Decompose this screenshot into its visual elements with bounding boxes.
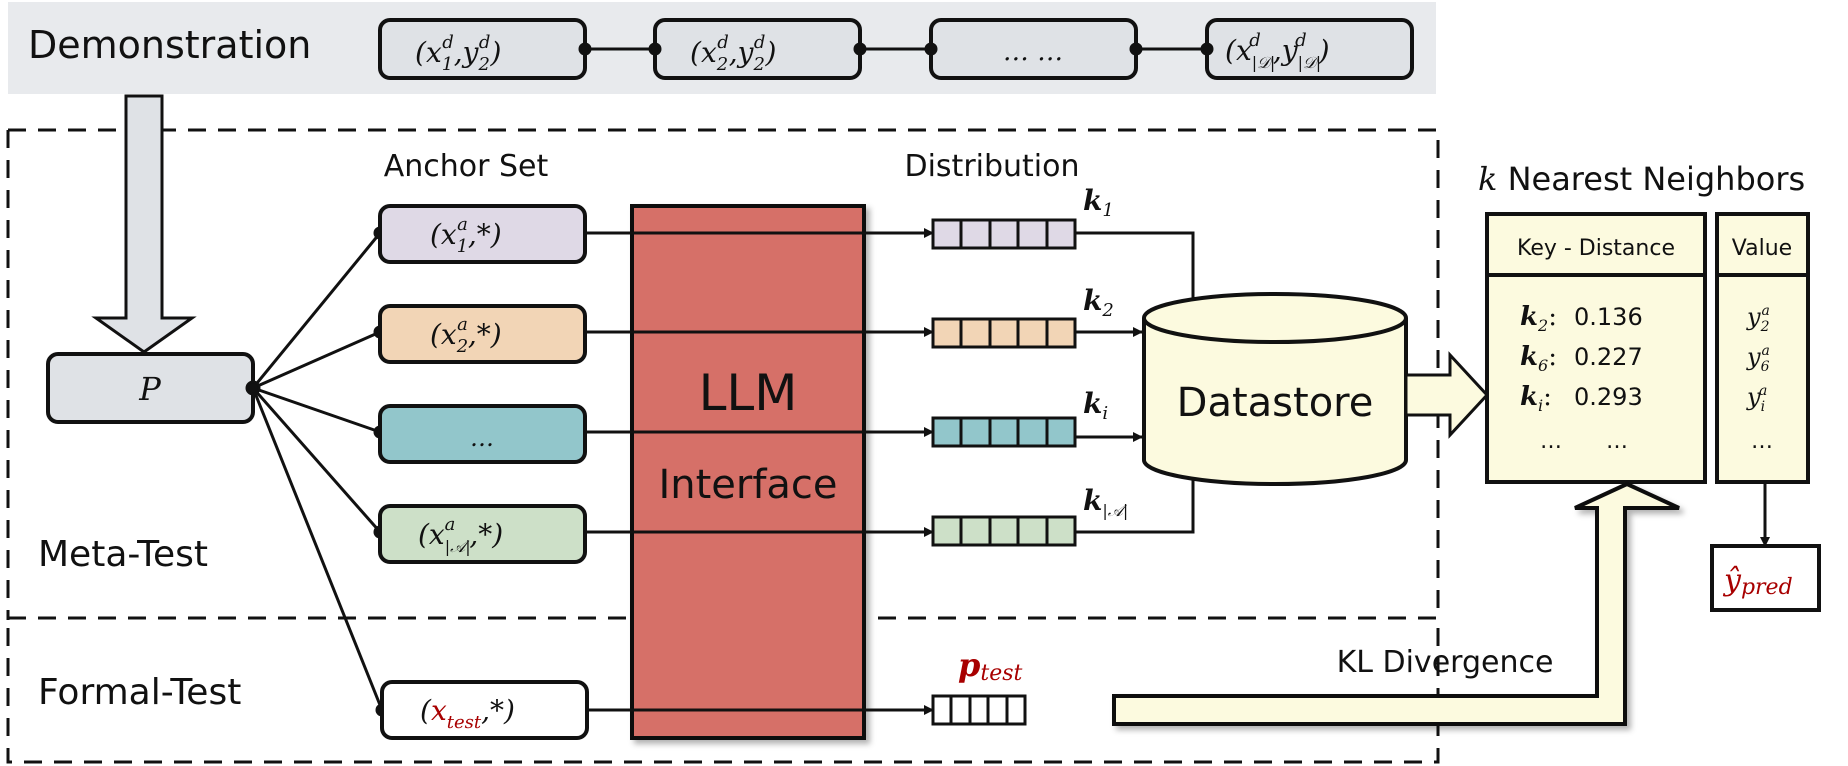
svg-text:… …: … … — [1003, 37, 1063, 67]
svg-text:Datastore: Datastore — [1177, 380, 1374, 426]
anchor-item: (x1a,*) — [378, 204, 587, 264]
svg-text:ki:: ki: — [1520, 382, 1552, 415]
svg-text:0.227: 0.227 — [1574, 343, 1643, 371]
anchor-set-title: Anchor Set — [384, 149, 549, 184]
svg-text:0.293: 0.293 — [1574, 383, 1643, 411]
datastore-cylinder: Datastore — [1142, 292, 1408, 486]
prediction-box: ŷpred — [1710, 544, 1821, 612]
svg-text:…: … — [1606, 429, 1628, 454]
demo-item: (x1d,y2d) — [378, 18, 587, 80]
demo-to-prompt-arrow — [91, 94, 197, 354]
test-distribution-vector — [931, 694, 1027, 726]
demo-item: (x|𝒟|d ,y|𝒟|d) — [1205, 18, 1414, 80]
svg-text:…: … — [1540, 429, 1562, 454]
distribution-vector — [931, 218, 1077, 250]
svg-text:0.136: 0.136 — [1574, 303, 1643, 331]
svg-text:(x1a,*): (x1a,*) — [430, 214, 502, 257]
key-label: k1 — [1083, 184, 1114, 221]
knn-value-table: Value y2a y6a yia … — [1715, 212, 1810, 484]
key-label: k2 — [1083, 284, 1114, 321]
demo-item: (x2d,y2d) — [653, 18, 862, 80]
knn-title: k Nearest Neighbors — [1478, 160, 1805, 198]
formal-test-label: Formal-Test — [38, 672, 241, 713]
test-input-box: (xtest,*) — [380, 680, 589, 740]
distribution-title: Distribution — [904, 149, 1079, 184]
prompt-fan-lines — [245, 226, 389, 717]
distribution-vector — [931, 317, 1077, 349]
anchor-item: (x2a,*) — [378, 304, 587, 364]
svg-text:y2a: y2a — [1746, 303, 1770, 335]
anchor-item: (x|𝒜|a ,*) — [378, 504, 587, 564]
svg-text:(x2a,*): (x2a,*) — [430, 314, 502, 357]
svg-text:…: … — [1751, 429, 1773, 454]
prompt-box: P — [46, 352, 255, 424]
test-distribution-label: ptest — [958, 646, 1023, 686]
svg-text:Key - Distance: Key - Distance — [1517, 236, 1675, 261]
demonstration-label: Demonstration — [28, 23, 311, 67]
svg-text:(x1d,y2d): (x1d,y2d) — [415, 32, 501, 75]
distribution-vector — [931, 416, 1077, 448]
svg-text:…: … — [470, 424, 494, 452]
svg-text:Value: Value — [1732, 236, 1792, 261]
llm-interface-block: LLM Interface — [630, 204, 866, 740]
anchor-item-ellipsis: … — [378, 404, 587, 464]
demo-item-ellipsis: … … — [929, 18, 1138, 80]
key-label: ki — [1083, 387, 1108, 424]
svg-text:Interface: Interface — [658, 462, 837, 508]
method-diagram: Demonstration (x1d,y2d) (x2d,y2d) … … (x… — [6, 2, 1821, 764]
meta-test-label: Meta-Test — [38, 534, 208, 575]
svg-text:(x2d,y2d): (x2d,y2d) — [690, 32, 776, 75]
svg-text:P: P — [138, 370, 161, 408]
svg-text:y6a: y6a — [1746, 343, 1770, 375]
svg-text:yia: yia — [1746, 383, 1767, 415]
kl-divergence-label: KL Divergence — [1337, 645, 1554, 680]
key-label: k|𝒜| — [1083, 484, 1128, 520]
svg-text:LLM: LLM — [699, 364, 798, 422]
kl-divergence-arrow — [1112, 481, 1680, 726]
datastore-to-knn-arrow — [1404, 351, 1490, 439]
distribution-vector — [931, 515, 1077, 547]
